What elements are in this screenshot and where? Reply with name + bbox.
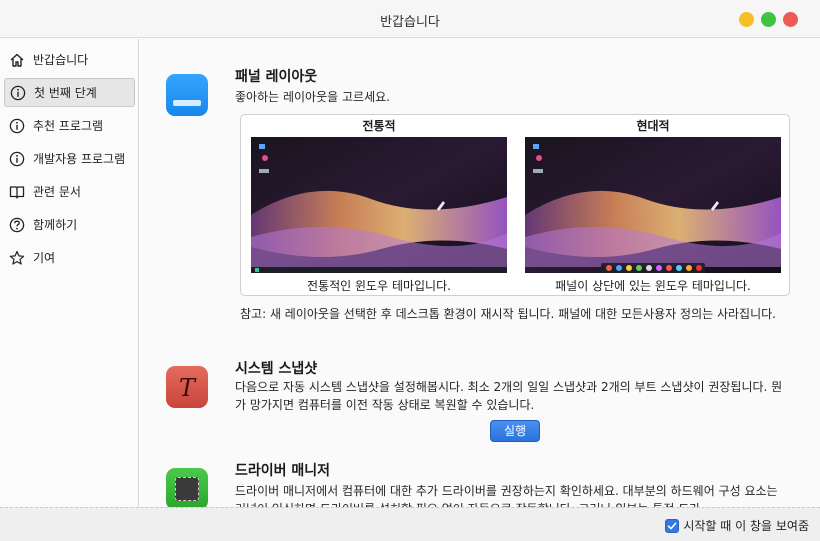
maximize-button[interactable] [761, 12, 776, 27]
show-on-startup-label: 시작할 때 이 창을 보여줌 [683, 519, 809, 533]
driver-manager-icon [166, 468, 208, 507]
star-icon [8, 249, 26, 267]
panel-layout-description: 좋아하는 레이아웃을 고르세요. [235, 90, 390, 104]
footer-bar: 시작할 때 이 창을 보여줌 [0, 507, 820, 541]
minimize-button[interactable] [739, 12, 754, 27]
sidebar: 반갑습니다 첫 번째 단계 추천 프로그램 개발자용 프로그램 관련 문서 함께… [0, 39, 139, 507]
show-on-startup-checkbox[interactable] [665, 518, 680, 533]
sidebar-item-documentation[interactable]: 관련 문서 [4, 177, 135, 206]
home-icon [8, 51, 26, 69]
svg-text:T: T [179, 374, 197, 402]
title-bar: 반갑습니다 [0, 0, 820, 38]
sidebar-item-label: 추천 프로그램 [33, 119, 104, 133]
window-title: 반갑습니다 [380, 15, 440, 30]
show-on-startup[interactable]: 시작할 때 이 창을 보여줌 [665, 517, 809, 534]
sidebar-item-label: 관련 문서 [33, 185, 81, 199]
info-icon [8, 150, 26, 168]
sidebar-item-developer-apps[interactable]: 개발자용 프로그램 [4, 144, 135, 173]
driver-manager-title: 드라이버 매니저 [235, 463, 331, 479]
layout-option-caption: 전통적인 윈도우 테마입니다. [307, 279, 451, 293]
snapshot-title: 시스템 스냅샷 [235, 361, 318, 377]
driver-manager-description: 드라이버 매니저에서 컴퓨터에 대한 추가 드라이버를 권장하는지 확인하세요.… [235, 484, 778, 507]
sidebar-item-label: 개발자용 프로그램 [33, 152, 126, 166]
layout-option-title: 현대적 [636, 119, 670, 133]
sidebar-item-contribute[interactable]: 기여 [4, 243, 135, 272]
sidebar-item-label: 반갑습니다 [33, 53, 89, 67]
traditional-preview-image [251, 137, 507, 273]
help-icon [8, 216, 26, 234]
main-content: 패널 레이아웃 좋아하는 레이아웃을 고르세요. 전통적 전통적인 윈도우 테마… [140, 39, 820, 507]
layout-option-modern[interactable]: 현대적 패널이 상단에 있는 윈도우 테마입니다. [525, 115, 781, 297]
layout-options: 전통적 전통적인 윈도우 테마입니다. 현대적 패널이 상단에 있는 윈도우 테… [240, 114, 790, 296]
info-icon [8, 117, 26, 135]
sidebar-item-recommended-apps[interactable]: 추천 프로그램 [4, 111, 135, 140]
info-icon [9, 84, 27, 102]
sidebar-item-label: 함께하기 [33, 218, 78, 232]
layout-option-traditional[interactable]: 전통적 전통적인 윈도우 테마입니다. [251, 115, 507, 297]
sidebar-item-label: 기여 [33, 251, 56, 265]
close-button[interactable] [783, 12, 798, 27]
panel-layout-title: 패널 레이아웃 [235, 69, 318, 85]
modern-preview-image [525, 137, 781, 273]
panel-layout-icon [166, 74, 208, 116]
snapshot-icon: T [166, 366, 208, 408]
run-snapshot-button[interactable]: 실행 [490, 420, 540, 442]
sidebar-item-label: 첫 번째 단계 [34, 86, 97, 100]
layout-note: 참고: 새 레이아웃을 선택한 후 데스크톱 환경이 재시작 됩니다. 패널에 … [240, 307, 776, 321]
sidebar-item-first-steps[interactable]: 첫 번째 단계 [4, 78, 135, 107]
book-icon [8, 183, 26, 201]
checkmark-icon [668, 522, 677, 529]
snapshot-description: 다음으로 자동 시스템 스냅샷을 설정해봅시다. 최소 2개의 일일 스냅샷과 … [235, 380, 783, 412]
sidebar-item-get-involved[interactable]: 함께하기 [4, 210, 135, 239]
sidebar-item-welcome[interactable]: 반갑습니다 [4, 45, 135, 74]
layout-option-caption: 패널이 상단에 있는 윈도우 테마입니다. [555, 279, 751, 293]
layout-option-title: 전통적 [362, 119, 396, 133]
